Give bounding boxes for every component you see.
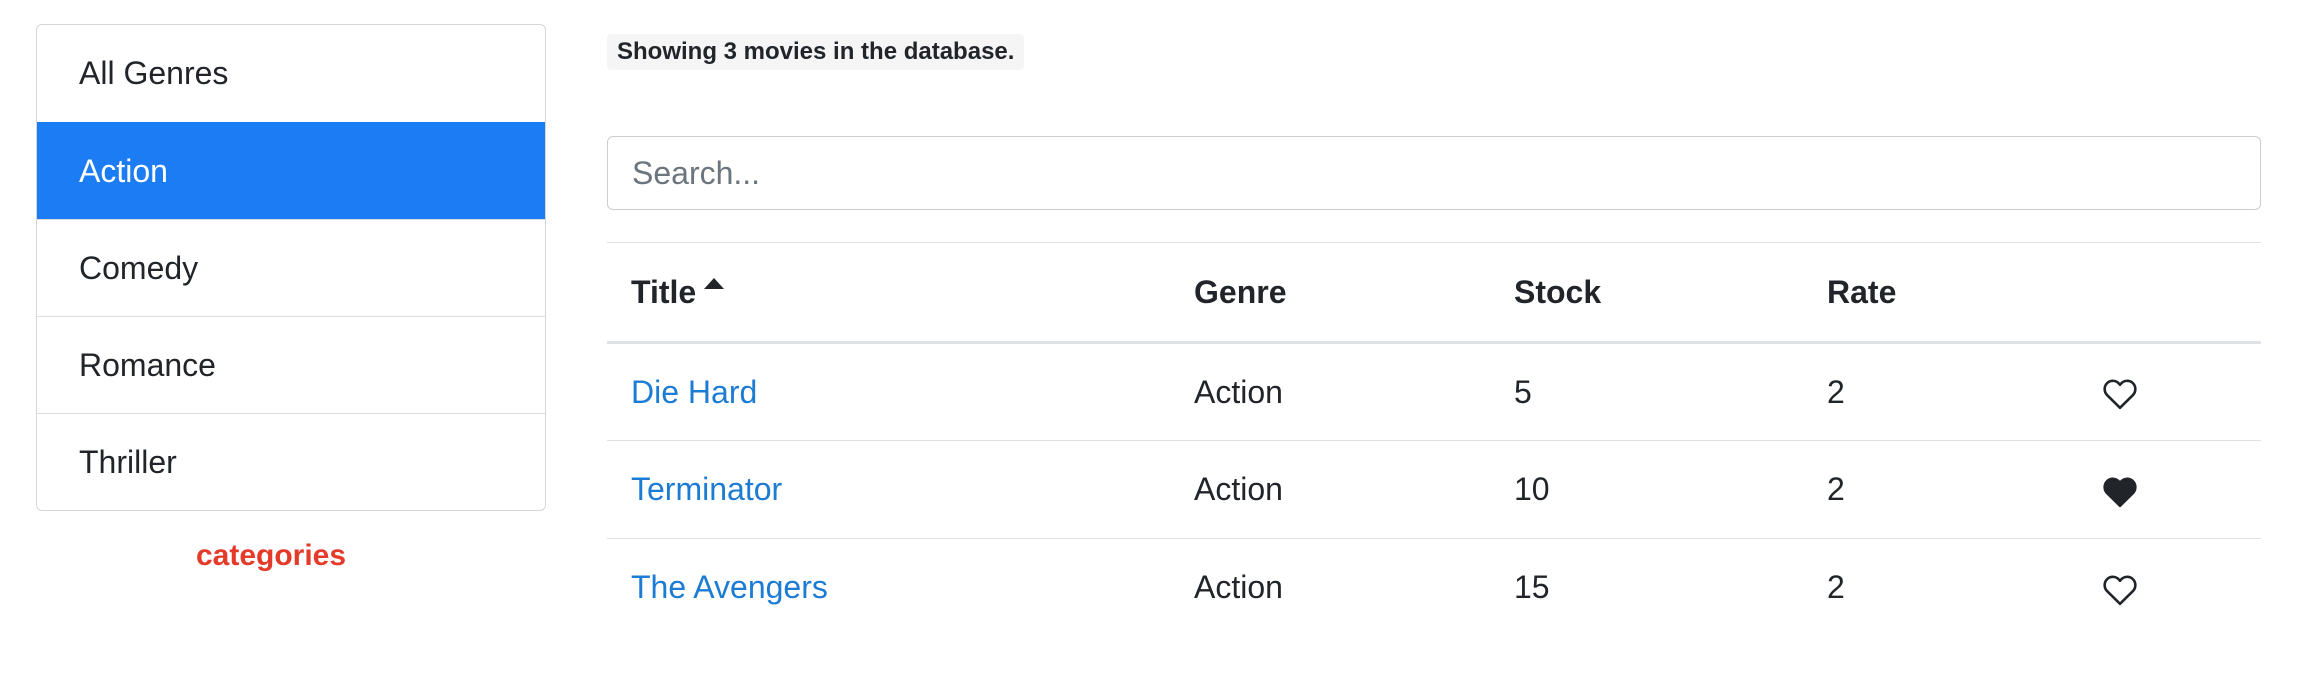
cell-rate: 2 (1827, 569, 1845, 606)
sidebar: All Genres Action Comedy Romance Thrille… (36, 24, 546, 573)
cell-like (2078, 539, 2261, 637)
column-header-title[interactable]: Title (607, 242, 1170, 344)
movies-table: Title Genre Stock Rate Die Hard Action 5… (607, 242, 2261, 637)
column-header-like (2078, 242, 2261, 344)
movie-count-text: Showing 3 movies in the database. (607, 34, 1025, 70)
column-header-rate[interactable]: Rate (1803, 242, 2078, 344)
caret-up-icon (704, 277, 725, 289)
heart-outline-icon[interactable] (2102, 378, 2138, 410)
column-header-title-label: Title (631, 273, 697, 310)
categories-caption: categories (195, 539, 347, 572)
main-content: Showing 3 movies in the database. Title … (607, 34, 2261, 637)
cell-genre: Action (1170, 342, 1490, 441)
genre-item-thriller[interactable]: Thriller (37, 413, 545, 510)
cell-genre: Action (1170, 440, 1490, 539)
movie-title-link[interactable]: The Avengers (631, 569, 828, 605)
cell-rate: 2 (1803, 440, 2078, 539)
page: All Genres Action Comedy Romance Thrille… (0, 0, 2298, 680)
genre-item-all-genres[interactable]: All Genres (37, 25, 545, 122)
cell-like (2078, 342, 2261, 441)
cell-title: Terminator (607, 440, 1170, 539)
genre-item-comedy[interactable]: Comedy (37, 219, 545, 316)
heart-filled-icon[interactable] (2102, 476, 2138, 508)
cell-like (2078, 440, 2261, 539)
column-header-stock[interactable]: Stock (1490, 242, 1803, 344)
movie-title-link[interactable]: Die Hard (631, 374, 757, 410)
cell-stock: 10 (1490, 440, 1803, 539)
table-row: Die Hard Action 5 2 (607, 342, 2261, 441)
table-row: Terminator Action 10 2 (607, 440, 2261, 539)
genre-list: All Genres Action Comedy Romance Thrille… (36, 24, 546, 511)
table-header-row: Title Genre Stock Rate (607, 242, 2261, 344)
cell-stock: 5 (1490, 342, 1803, 441)
movie-title-link[interactable]: Terminator (631, 471, 782, 507)
genre-item-romance[interactable]: Romance (37, 316, 545, 413)
heart-outline-icon[interactable] (2102, 574, 2138, 606)
genre-item-action[interactable]: Action (37, 122, 545, 219)
search-input[interactable] (607, 136, 2261, 210)
column-header-genre[interactable]: Genre (1170, 242, 1490, 344)
cell-stock: 15 (1514, 569, 1550, 606)
cell-title: Die Hard (607, 342, 1170, 441)
cell-genre: Action (1194, 569, 1283, 606)
cell-title: The Avengers (607, 539, 1170, 637)
table-row: The Avengers Action 15 2 (607, 539, 2261, 637)
cell-rate: 2 (1803, 342, 2078, 441)
